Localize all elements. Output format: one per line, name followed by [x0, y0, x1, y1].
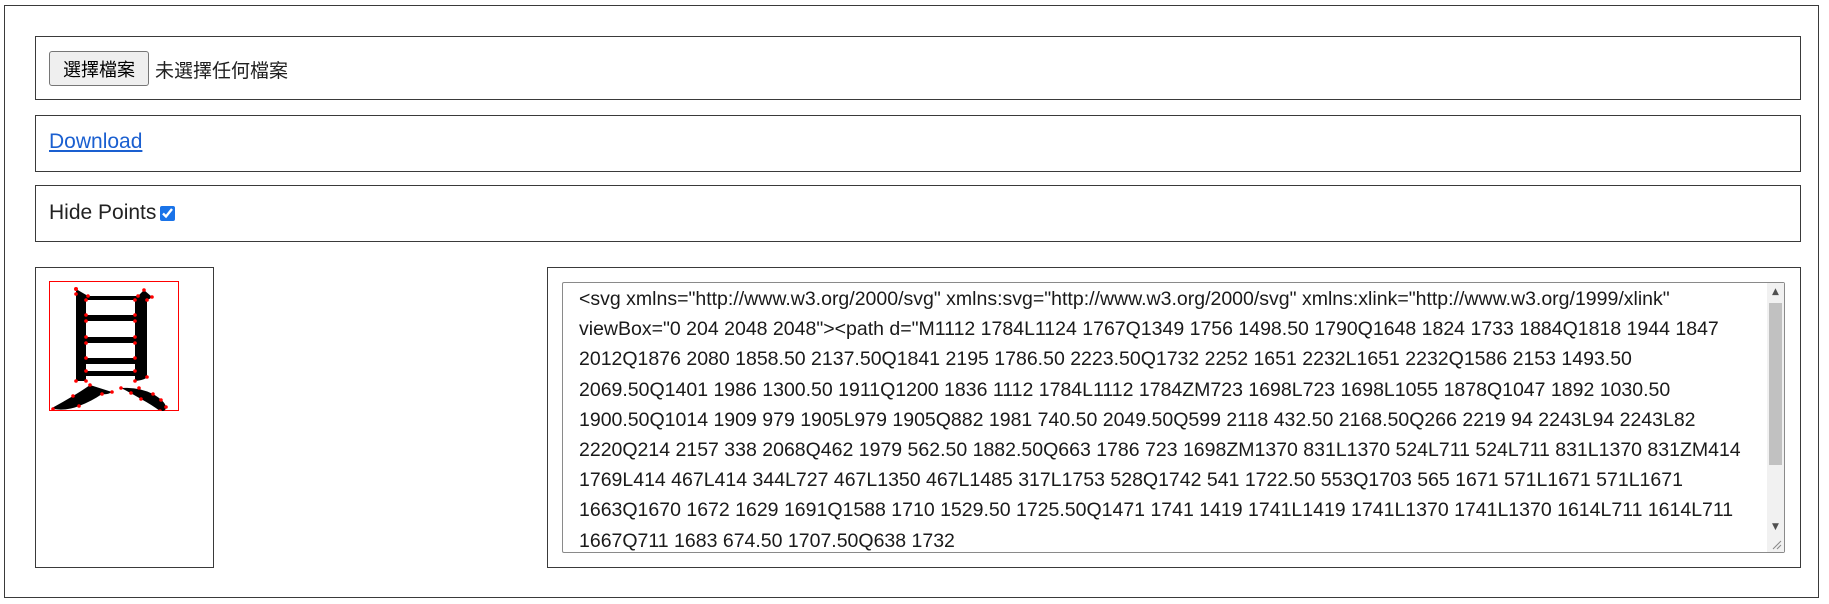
download-section: Download [35, 115, 1801, 172]
glyph-preview-panel [35, 267, 214, 568]
svg-code-textarea[interactable]: <svg xmlns="http://www.w3.org/2000/svg" … [562, 282, 1785, 553]
hide-points-checkbox[interactable] [160, 206, 175, 221]
file-status-text: 未選擇任何檔案 [155, 60, 289, 82]
file-input-section: 選擇檔案 未選擇任何檔案 [35, 36, 1801, 100]
download-link[interactable]: Download [49, 130, 142, 154]
glyph-shape [52, 289, 166, 411]
glyph-preview-svg [49, 281, 179, 411]
choose-file-button[interactable]: 選擇檔案 [49, 51, 149, 86]
svg-code-panel: <svg xmlns="http://www.w3.org/2000/svg" … [547, 267, 1801, 568]
page-container: 選擇檔案 未選擇任何檔案 Download Hide Points <svg x… [4, 5, 1819, 598]
glyph-bounding-box [49, 281, 179, 411]
hide-points-section: Hide Points [35, 185, 1801, 242]
hide-points-label: Hide Points [49, 201, 157, 224]
